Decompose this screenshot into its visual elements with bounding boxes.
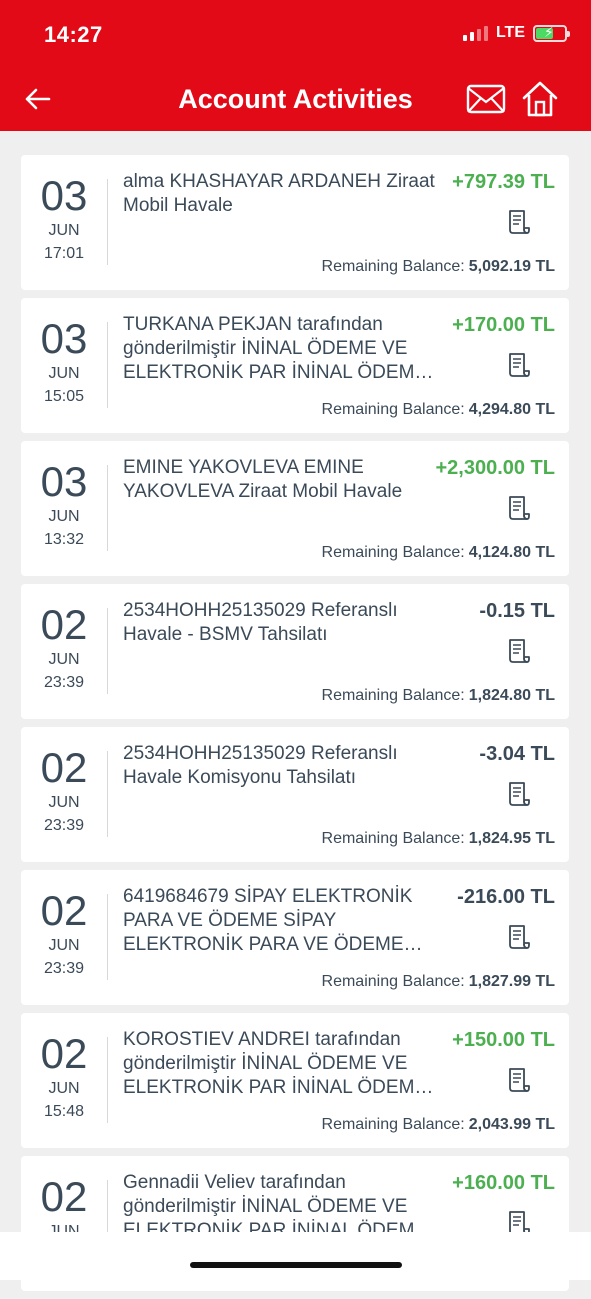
remaining-balance-label: Remaining Balance: [321,1116,465,1133]
divider [107,751,108,837]
date-month: JUN [48,794,80,811]
remaining-balance: Remaining Balance: 2,043.99 TL [322,1116,555,1134]
transaction-amount: -0.15 TL [479,600,555,622]
remaining-balance-value: 1,824.95 TL [468,830,555,847]
remaining-balance: Remaining Balance: 5,092.19 TL [322,258,555,276]
receipt-icon[interactable] [506,495,530,521]
divider [107,465,108,551]
remaining-balance-value: 4,294.80 TL [468,401,555,418]
mail-icon[interactable] [466,84,506,114]
transaction-description: 6419684679 SİPAY ELEKTRONİK PARA VE ÖDEM… [123,886,413,955]
status-indicators: LTE ⚡ [462,24,570,42]
transaction-description: 2534HOHH25135029 Referanslı Havale - BSM… [123,600,398,645]
transaction-card[interactable]: 03 JUN 17:01 alma KHASHAYAR ARDANEH Zira… [21,155,569,290]
remaining-balance-label: Remaining Balance: [321,401,465,418]
date-time: 23:39 [43,960,85,977]
date-time: 13:32 [43,531,85,548]
transaction-amount: +170.00 TL [452,314,555,336]
transaction-card[interactable]: 02 JUN 23:39 2534HOHH25135029 Referanslı… [21,727,569,862]
transaction-date: 02 JUN 15:48 [21,1031,107,1122]
date-day: 03 [40,172,88,219]
battery-icon: ⚡ [533,24,570,42]
receipt-icon[interactable] [506,1067,530,1093]
receipt-icon[interactable] [506,209,530,235]
transaction-description: 2534HOHH25135029 Referanslı Havale Komis… [123,743,398,788]
date-day: 02 [40,601,88,648]
date-month: JUN [48,508,80,525]
transaction-amount: +2,300.00 TL [435,457,555,479]
transaction-description: KOROSTIEV ANDREI tarafından gönderilmişt… [123,1029,428,1098]
app-header: 14:27 LTE ⚡ Account Activities [0,0,591,131]
date-time: 23:39 [43,817,85,834]
remaining-balance: Remaining Balance: 1,824.95 TL [322,830,555,848]
transaction-card[interactable]: 03 JUN 15:05 TURKANA PEKJAN tarafından g… [21,298,569,433]
remaining-balance-label: Remaining Balance: [321,258,465,275]
signal-icon [462,25,488,41]
transaction-card[interactable]: 02 JUN 23:39 2534HOHH25135029 Referanslı… [21,584,569,719]
receipt-icon[interactable] [506,781,530,807]
transaction-amount: +160.00 TL [452,1172,555,1194]
home-icon[interactable] [521,80,559,118]
transaction-card[interactable]: 02 JUN 23:39 6419684679 SİPAY ELEKTRONİK… [21,870,569,1005]
divider [107,322,108,408]
remaining-balance: Remaining Balance: 1,824.80 TL [322,687,555,705]
transaction-date: 03 JUN 13:32 [21,459,107,550]
remaining-balance-label: Remaining Balance: [321,544,465,561]
remaining-balance: Remaining Balance: 4,294.80 TL [322,401,555,419]
transaction-amount: -216.00 TL [457,886,555,908]
network-label: LTE [495,24,525,41]
divider [107,179,108,265]
remaining-balance-value: 4,124.80 TL [468,544,555,561]
transaction-date: 03 JUN 15:05 [21,316,107,407]
date-day: 03 [40,315,88,362]
remaining-balance-value: 2,043.99 TL [468,1116,555,1133]
date-day: 02 [40,1173,88,1220]
remaining-balance-label: Remaining Balance: [321,973,465,990]
date-day: 03 [40,458,88,505]
remaining-balance-label: Remaining Balance: [321,830,465,847]
home-bar-area [0,1232,591,1280]
divider [107,894,108,980]
transaction-list: 03 JUN 17:01 alma KHASHAYAR ARDANEH Zira… [21,155,569,1299]
date-month: JUN [48,365,80,382]
receipt-icon[interactable] [506,924,530,950]
remaining-balance: Remaining Balance: 4,124.80 TL [322,544,555,562]
date-month: JUN [48,651,80,668]
receipt-icon[interactable] [506,638,530,664]
date-time: 23:39 [43,674,85,691]
transaction-amount: +797.39 TL [452,171,555,193]
remaining-balance-value: 5,092.19 TL [468,258,555,275]
date-month: JUN [48,937,80,954]
remaining-balance-value: 1,824.80 TL [468,687,555,704]
date-time: 15:05 [43,388,85,405]
date-day: 02 [40,744,88,791]
date-month: JUN [48,1080,80,1097]
date-month: JUN [48,222,80,239]
transaction-date: 02 JUN 23:39 [21,888,107,979]
transaction-description: alma KHASHAYAR ARDANEH Ziraat Mobil Hava… [123,171,435,216]
transaction-amount: +150.00 TL [452,1029,555,1051]
transaction-date: 03 JUN 17:01 [21,173,107,264]
transaction-date: 02 JUN 23:39 [21,602,107,693]
remaining-balance-label: Remaining Balance: [321,687,465,704]
remaining-balance: Remaining Balance: 1,827.99 TL [322,973,555,991]
receipt-icon[interactable] [506,352,530,378]
remaining-balance-value: 1,827.99 TL [468,973,555,990]
date-day: 02 [40,1030,88,1077]
transaction-amount: -3.04 TL [479,743,555,765]
divider [107,608,108,694]
home-indicator[interactable] [190,1262,402,1268]
transaction-card[interactable]: 03 JUN 13:32 EMINE YAKOVLEVA EMINE YAKOV… [21,441,569,576]
date-day: 02 [40,887,88,934]
transaction-description: TURKANA PEKJAN tarafından gönderilmiştir… [123,314,428,383]
divider [107,1037,108,1123]
date-time: 15:48 [43,1103,85,1120]
transaction-date: 02 JUN 23:39 [21,745,107,836]
transaction-card[interactable]: 02 JUN 15:48 KOROSTIEV ANDREI tarafından… [21,1013,569,1148]
status-time: 14:27 [44,22,103,47]
date-time: 17:01 [43,245,85,262]
transaction-description: EMINE YAKOVLEVA EMINE YAKOVLEVA Ziraat M… [123,457,403,502]
